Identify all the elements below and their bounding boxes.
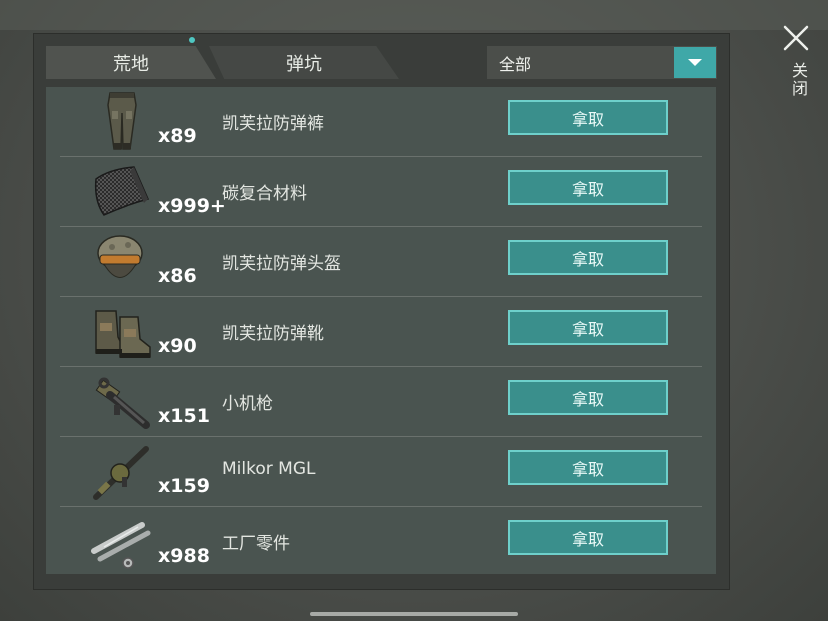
- item-list[interactable]: x89 凯芙拉防弹裤 拿取 x999+ 碳复合材料 拿取 x86 凯芙拉防弹头盔…: [46, 87, 716, 574]
- take-button[interactable]: 拿取: [508, 170, 668, 205]
- item-name: 凯芙拉防弹头盔: [222, 254, 341, 274]
- take-button[interactable]: 拿取: [508, 100, 668, 135]
- chevron-down-icon: [688, 59, 702, 66]
- helmet-icon: [97, 235, 143, 278]
- list-item: x90 凯芙拉防弹靴 拿取: [60, 297, 702, 367]
- storage-panel: 荒地 弹坑 全部 x89 凯芙拉防弹裤 拿取 x999+ 碳复合材料 拿取 x8…: [33, 33, 730, 590]
- take-button[interactable]: 拿取: [508, 520, 668, 555]
- item-quantity: x151: [158, 405, 210, 427]
- list-item: x159 Milkor MGL 拿取: [60, 437, 702, 507]
- item-quantity: x89: [158, 125, 197, 147]
- item-name: 碳复合材料: [222, 184, 307, 204]
- item-name: Milkor MGL: [222, 459, 316, 479]
- item-quantity: x988: [158, 545, 210, 567]
- take-button[interactable]: 拿取: [508, 450, 668, 485]
- list-item: x151 小机枪 拿取: [60, 367, 702, 437]
- close-label[interactable]: 关闭: [786, 62, 810, 98]
- list-item: x999+ 碳复合材料 拿取: [60, 157, 702, 227]
- item-name: 凯芙拉防弹裤: [222, 114, 324, 134]
- item-name: 凯芙拉防弹靴: [222, 324, 324, 344]
- carbon-sheet-icon: [94, 166, 150, 216]
- item-quantity: x159: [158, 475, 210, 497]
- item-quantity: x86: [158, 265, 197, 287]
- take-button[interactable]: 拿取: [508, 380, 668, 415]
- grenade-launcher-icon: [93, 446, 149, 500]
- background-top: [0, 0, 828, 30]
- machine-gun-icon: [95, 377, 150, 429]
- tab-crater[interactable]: 弹坑: [209, 46, 399, 79]
- dropdown-toggle-button[interactable]: [674, 47, 716, 78]
- item-name: 工厂零件: [222, 534, 290, 554]
- filter-selected-value: 全部: [499, 54, 532, 74]
- list-item: x988 工厂零件 拿取: [60, 507, 702, 574]
- take-button[interactable]: 拿取: [508, 310, 668, 345]
- item-quantity: x999+: [158, 195, 226, 217]
- home-indicator[interactable]: [310, 612, 518, 616]
- tab-wasteland[interactable]: 荒地: [46, 46, 216, 79]
- boots-icon: [95, 310, 151, 358]
- item-quantity: x90: [158, 335, 197, 357]
- item-name: 小机枪: [222, 394, 273, 414]
- category-filter-dropdown[interactable]: 全部: [487, 46, 717, 79]
- list-item: x86 凯芙拉防弹头盔 拿取: [60, 227, 702, 297]
- take-button[interactable]: 拿取: [508, 240, 668, 275]
- factory-parts-icon: [91, 522, 151, 569]
- pants-icon: [107, 92, 137, 150]
- list-item: x89 凯芙拉防弹裤 拿取: [60, 87, 702, 157]
- notification-dot: [189, 37, 195, 43]
- tab-wasteland-label: 荒地: [113, 53, 149, 75]
- tab-crater-label: 弹坑: [286, 53, 322, 75]
- close-icon[interactable]: [782, 24, 810, 52]
